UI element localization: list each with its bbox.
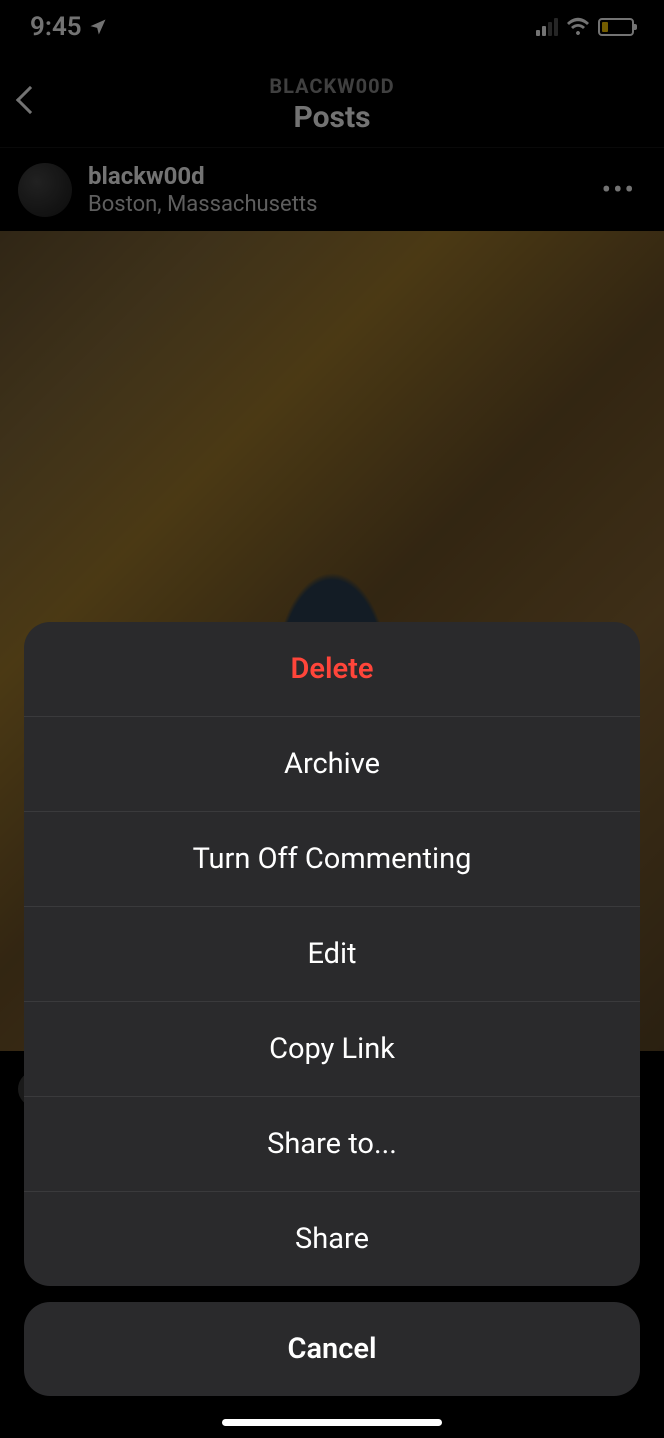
action-copy-link[interactable]: Copy Link bbox=[24, 1001, 640, 1096]
home-indicator[interactable] bbox=[222, 1419, 442, 1426]
action-delete[interactable]: Delete bbox=[24, 622, 640, 716]
action-edit[interactable]: Edit bbox=[24, 906, 640, 1001]
action-cancel[interactable]: Cancel bbox=[24, 1302, 640, 1396]
action-turn-off-commenting[interactable]: Turn Off Commenting bbox=[24, 811, 640, 906]
action-sheet: Delete Archive Turn Off Commenting Edit … bbox=[24, 622, 640, 1396]
action-sheet-group: Delete Archive Turn Off Commenting Edit … bbox=[24, 622, 640, 1286]
action-archive[interactable]: Archive bbox=[24, 716, 640, 811]
action-share-to[interactable]: Share to... bbox=[24, 1096, 640, 1191]
action-share[interactable]: Share bbox=[24, 1191, 640, 1286]
